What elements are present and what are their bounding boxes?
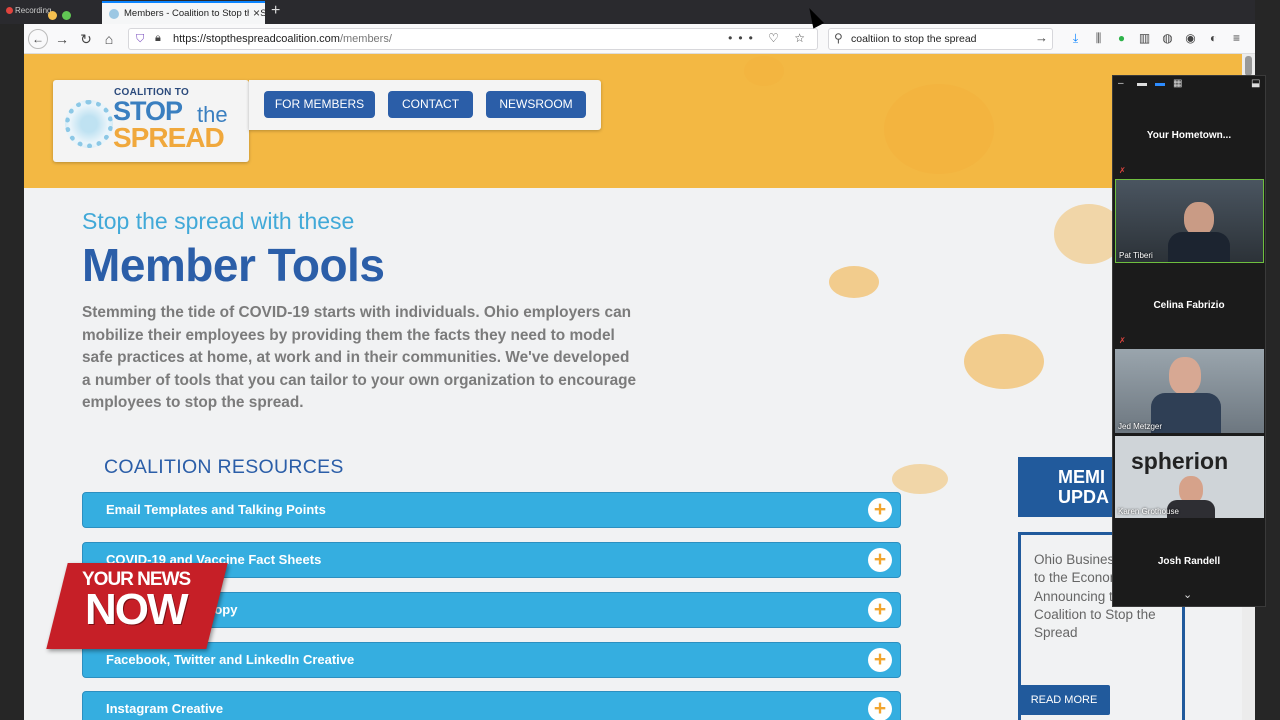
nav-for-members[interactable]: FOR MEMBERS [264, 91, 375, 118]
menu-icon[interactable]: ≡ [1225, 31, 1248, 45]
participant-name: Your Hometown... [1146, 130, 1232, 141]
forward-icon[interactable]: → [52, 29, 72, 49]
url-domain: https://stopthespreadcoalition.com [173, 33, 340, 45]
video-call-panel: – ▬ ▬ ▦ ⬓ Your Hometown... ✗ Pat Tiberi … [1112, 75, 1266, 607]
account-icon[interactable]: ◉ [1179, 31, 1202, 45]
expand-plus-icon[interactable]: + [868, 498, 892, 522]
grid-view-icon[interactable]: ▦ [1173, 78, 1182, 89]
browser-toolbar: ← → ↻ ⌂ ⛉ 🔒︎ https://stopthespreadcoalit… [24, 24, 1255, 54]
browser-tab[interactable]: Members - Coalition to Stop the Spread × [102, 1, 265, 24]
reload-icon[interactable]: ↻ [76, 29, 96, 49]
nav-newsroom[interactable]: NEWSROOM [486, 91, 586, 118]
virus-graphic [892, 464, 948, 494]
download-icon[interactable]: ⤓ [1064, 31, 1087, 46]
resources-heading: COALITION RESOURCES [104, 456, 344, 478]
participant-label: Jed Metzger [1118, 422, 1163, 431]
expand-plus-icon[interactable]: + [868, 697, 892, 720]
more-icon[interactable]: ••• [728, 31, 759, 45]
minimize-icon[interactable]: – [1118, 78, 1124, 89]
extension-icon[interactable]: ◐ [1202, 31, 1225, 45]
page-title: Member Tools [82, 239, 385, 291]
shield-icon[interactable]: ⛉ [136, 33, 144, 46]
exit-icon[interactable]: ⬓ [1251, 78, 1260, 89]
participant-label: Pat Tiberi [1119, 251, 1153, 260]
logo-spread: SPREAD [113, 122, 225, 153]
member-updates-header: MEMI UPDA [1018, 457, 1118, 517]
virus-graphic [829, 266, 879, 298]
participant-name: Celina Fabrizio [1153, 300, 1225, 311]
virus-logo-icon [65, 100, 113, 148]
favicon-icon [109, 9, 119, 19]
participant-video[interactable]: Jed Metzger [1115, 349, 1264, 433]
address-bar[interactable]: ⛉ 🔒︎ https://stopthespreadcoalition.com/… [128, 28, 818, 50]
nav-contact[interactable]: CONTACT [388, 91, 473, 118]
toolbar-icons: ⤓ ⫼ ● ▥ ◍ ◉ ◐ ≡ [1064, 31, 1248, 46]
accordion-label: Instagram Creative [106, 701, 224, 716]
pocket-icon[interactable]: ♡ [768, 31, 785, 45]
window-controls[interactable] [48, 7, 76, 25]
scrollbar-thumb[interactable] [1245, 56, 1252, 76]
chevron-down-icon[interactable]: ⌄ [1183, 588, 1192, 601]
page-eyebrow: Stop the spread with these [82, 208, 355, 234]
expand-plus-icon[interactable]: + [868, 548, 892, 572]
arrow-right-icon[interactable]: → [1035, 30, 1048, 45]
back-icon[interactable]: ← [28, 29, 48, 49]
muted-mic-icon: ✗ [1119, 166, 1126, 175]
participant-name: Josh Randell [1157, 556, 1221, 567]
accordion-item[interactable]: Instagram Creative + [82, 691, 901, 720]
person-face [1169, 357, 1201, 395]
url-path: /members/ [339, 33, 392, 45]
spherion-logo: spherion [1131, 448, 1229, 474]
muted-mic-icon: ✗ [1119, 336, 1126, 345]
accordion-label: Facebook, Twitter and LinkedIn Creative [106, 652, 355, 667]
speaker-view-icon[interactable]: ▬ [1155, 78, 1165, 89]
site-nav: FOR MEMBERS CONTACT NEWSROOM [249, 80, 601, 130]
panel-controls: – ▬ ▬ ▦ ⬓ [1113, 76, 1265, 94]
close-tab-icon[interactable]: × [248, 6, 260, 20]
search-box[interactable]: ⚲ coaltiion to stop the spread → [828, 28, 1053, 50]
news-logo-line2: NOW [85, 585, 189, 634]
new-tab-button[interactable]: + [271, 2, 280, 20]
virus-graphic [964, 334, 1044, 389]
maximize-icon[interactable] [62, 11, 71, 20]
library-icon[interactable]: ⫼ [1087, 31, 1110, 46]
extension-icon[interactable]: ● [1110, 31, 1133, 45]
page-actions[interactable]: ••• ♡ ☆ [728, 31, 811, 45]
virus-graphic [744, 56, 784, 86]
intro-paragraph: Stemming the tide of COVID-19 starts wit… [82, 304, 637, 412]
participant-video[interactable]: spherion Karen Grothouse [1115, 436, 1264, 518]
expand-plus-icon[interactable]: + [868, 598, 892, 622]
browser-tab-bar: Recording Members - Coalition to Stop th… [0, 0, 1280, 24]
expand-plus-icon[interactable]: + [868, 648, 892, 672]
accordion-label: Email Templates and Talking Points [106, 502, 326, 517]
search-input[interactable]: coaltiion to stop the spread [851, 33, 977, 45]
virus-graphic [884, 84, 994, 174]
record-icon [6, 7, 13, 14]
participant-video[interactable]: Pat Tiberi [1115, 179, 1264, 263]
strip-view-icon[interactable]: ▬ [1137, 78, 1147, 89]
minimize-icon[interactable] [48, 11, 57, 20]
recording-label: Recording [15, 6, 52, 15]
recording-indicator: Recording [6, 6, 51, 15]
person-suit [1168, 232, 1230, 262]
read-more-button[interactable]: READ MORE [1018, 685, 1110, 715]
sidebar-icon[interactable]: ▥ [1133, 31, 1156, 45]
bookmark-star-icon[interactable]: ☆ [794, 31, 811, 45]
search-icon: ⚲ [834, 31, 843, 45]
person-face [1184, 202, 1214, 236]
site-logo[interactable]: COALITION TO STOP the SPREAD [53, 80, 249, 162]
lock-icon[interactable]: 🔒︎ [155, 32, 161, 45]
accordion-item[interactable]: Email Templates and Talking Points + [82, 492, 901, 528]
screen: Recording Members - Coalition to Stop th… [0, 0, 1280, 720]
tab-title: Members - Coalition to Stop the Spread [124, 8, 265, 19]
home-icon[interactable]: ⌂ [99, 29, 119, 49]
extension-icon[interactable]: ◍ [1156, 31, 1179, 45]
participant-label: Karen Grothouse [1118, 507, 1179, 516]
